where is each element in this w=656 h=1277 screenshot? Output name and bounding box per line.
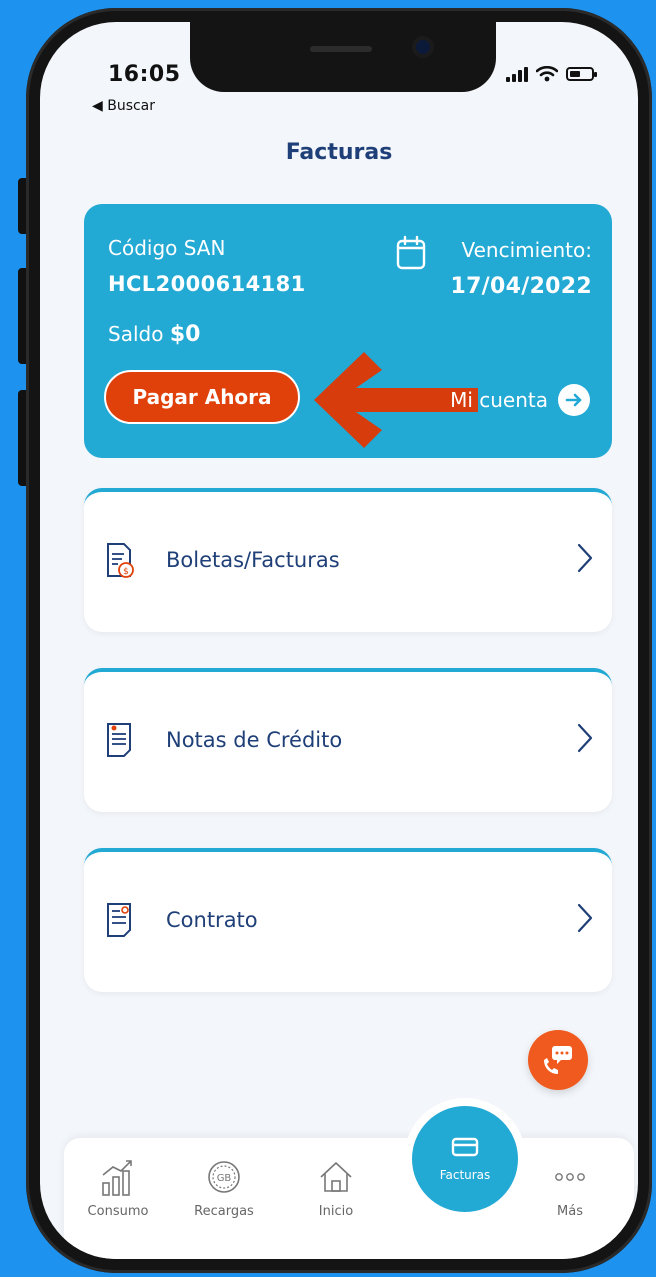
speaker-grille bbox=[310, 46, 372, 52]
menu-item-invoices[interactable]: $ Boletas/Facturas bbox=[84, 488, 612, 632]
menu-item-label: Boletas/Facturas bbox=[166, 548, 340, 572]
status-time: 16:05 bbox=[108, 62, 181, 87]
tab-recargas[interactable]: GB Recargas bbox=[184, 1154, 264, 1219]
phone-frame: 16:05 ◀ Buscar Facturas Código SAN HCL20… bbox=[26, 8, 652, 1273]
balance-value: $0 bbox=[169, 322, 201, 347]
account-summary-card: Código SAN HCL2000614181 Saldo $0 Vencim… bbox=[84, 204, 612, 458]
card-icon bbox=[451, 1137, 479, 1157]
balance: Saldo $0 bbox=[108, 322, 200, 347]
back-to-search-link[interactable]: ◀ Buscar bbox=[92, 98, 155, 114]
balance-label: Saldo bbox=[108, 322, 164, 346]
gb-icon: GB bbox=[208, 1161, 240, 1193]
chevron-right-icon bbox=[577, 723, 593, 753]
chart-icon bbox=[102, 1160, 132, 1196]
wifi-icon bbox=[536, 66, 558, 82]
due-date-value: 17/04/2022 bbox=[450, 274, 592, 299]
chevron-right-icon bbox=[577, 543, 593, 573]
calendar-icon bbox=[396, 235, 426, 270]
home-icon bbox=[320, 1162, 352, 1192]
page-title: Facturas bbox=[285, 140, 393, 165]
tab-label: Inicio bbox=[318, 1204, 354, 1219]
my-account-label: Mi cuenta bbox=[450, 388, 548, 412]
tab-mas[interactable]: Más bbox=[530, 1154, 610, 1219]
svg-text:GB: GB bbox=[217, 1173, 232, 1184]
chevron-right-icon bbox=[577, 903, 593, 933]
menu-item-credit-notes[interactable]: Notas de Crédito bbox=[84, 668, 612, 812]
contract-icon bbox=[107, 903, 131, 937]
my-account-link[interactable]: Mi cuenta bbox=[450, 384, 590, 416]
more-icon bbox=[555, 1173, 585, 1181]
tab-label: Recargas bbox=[194, 1204, 254, 1219]
tab-label: Facturas bbox=[439, 1168, 491, 1182]
signal-icon bbox=[506, 66, 528, 82]
front-camera-icon bbox=[412, 36, 434, 58]
tab-inicio[interactable]: Inicio bbox=[296, 1154, 376, 1219]
phone-notch bbox=[190, 22, 496, 92]
tab-consumo[interactable]: Consumo bbox=[78, 1154, 158, 1219]
bottom-tab-bar: Consumo GB Recargas Inicio Más bbox=[64, 1138, 634, 1259]
tab-facturas[interactable]: Facturas bbox=[412, 1106, 518, 1212]
app-screen: 16:05 ◀ Buscar Facturas Código SAN HCL20… bbox=[40, 22, 638, 1259]
menu-item-contract[interactable]: Contrato bbox=[84, 848, 612, 992]
arrow-right-circle-icon bbox=[558, 384, 590, 416]
menu-item-label: Contrato bbox=[166, 908, 258, 932]
credit-note-icon bbox=[107, 723, 131, 757]
menu-item-label: Notas de Crédito bbox=[166, 728, 343, 752]
svg-text:$: $ bbox=[123, 567, 129, 577]
tab-label: Consumo bbox=[87, 1204, 149, 1219]
contact-support-button[interactable] bbox=[528, 1030, 588, 1090]
tab-label: Más bbox=[557, 1204, 583, 1219]
status-icons bbox=[506, 66, 597, 82]
battery-icon bbox=[566, 67, 597, 81]
chat-phone-icon bbox=[544, 1046, 572, 1074]
san-code-value: HCL2000614181 bbox=[108, 272, 306, 296]
san-code-label: Código SAN bbox=[108, 236, 226, 260]
invoice-dollar-icon: $ bbox=[107, 543, 134, 578]
due-date-label: Vencimiento: bbox=[461, 238, 593, 262]
pay-now-button[interactable]: Pagar Ahora bbox=[104, 370, 300, 424]
